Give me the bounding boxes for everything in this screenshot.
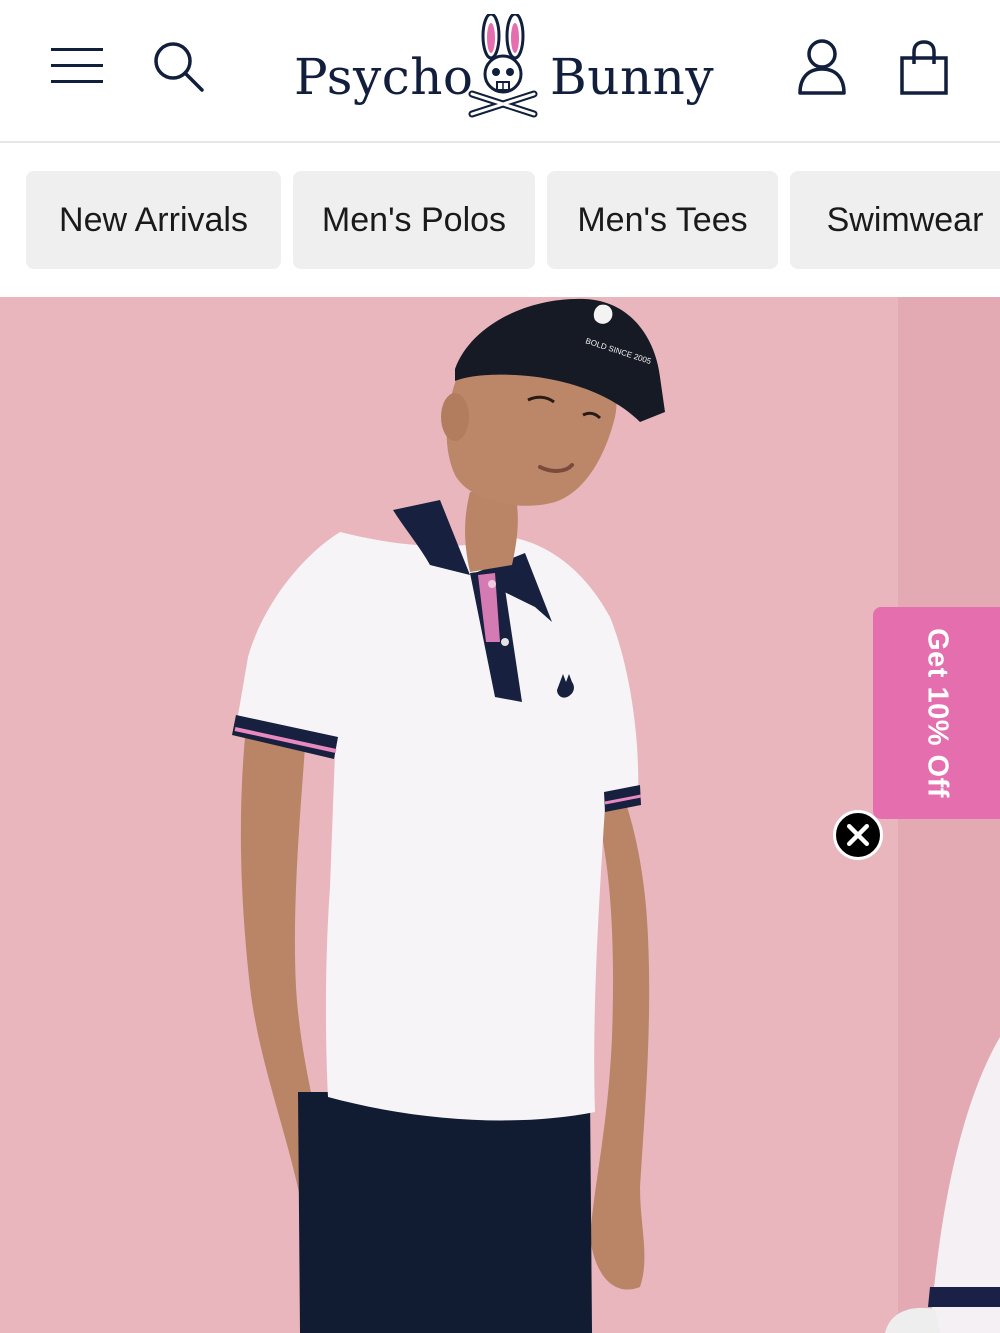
search-icon[interactable] [150, 38, 206, 94]
discount-promo-label: Get 10% Off [921, 628, 953, 798]
shopping-bag-icon[interactable] [898, 40, 950, 96]
brand-name-right: Bunny [550, 48, 715, 106]
brand-name-left: Psycho [294, 48, 474, 106]
bunny-skull-logo-icon [468, 14, 538, 118]
site-header: Psycho Bunny [0, 0, 1000, 143]
account-icon[interactable] [796, 38, 848, 96]
hamburger-menu-icon[interactable] [50, 44, 104, 88]
category-chip-swimwear[interactable]: Swimwear [790, 171, 1000, 269]
category-chip-mens-tees[interactable]: Men's Tees [547, 171, 778, 269]
close-icon[interactable] [833, 810, 883, 860]
category-chip-bar: New Arrivals Men's Polos Men's Tees Swim… [0, 145, 1000, 297]
brand-logo[interactable]: Psycho Bunny [292, 14, 715, 122]
discount-promo-tab[interactable]: Get 10% Off [873, 607, 1000, 819]
category-chip-new-arrivals[interactable]: New Arrivals [26, 171, 281, 269]
category-chip-mens-polos[interactable]: Men's Polos [293, 171, 535, 269]
